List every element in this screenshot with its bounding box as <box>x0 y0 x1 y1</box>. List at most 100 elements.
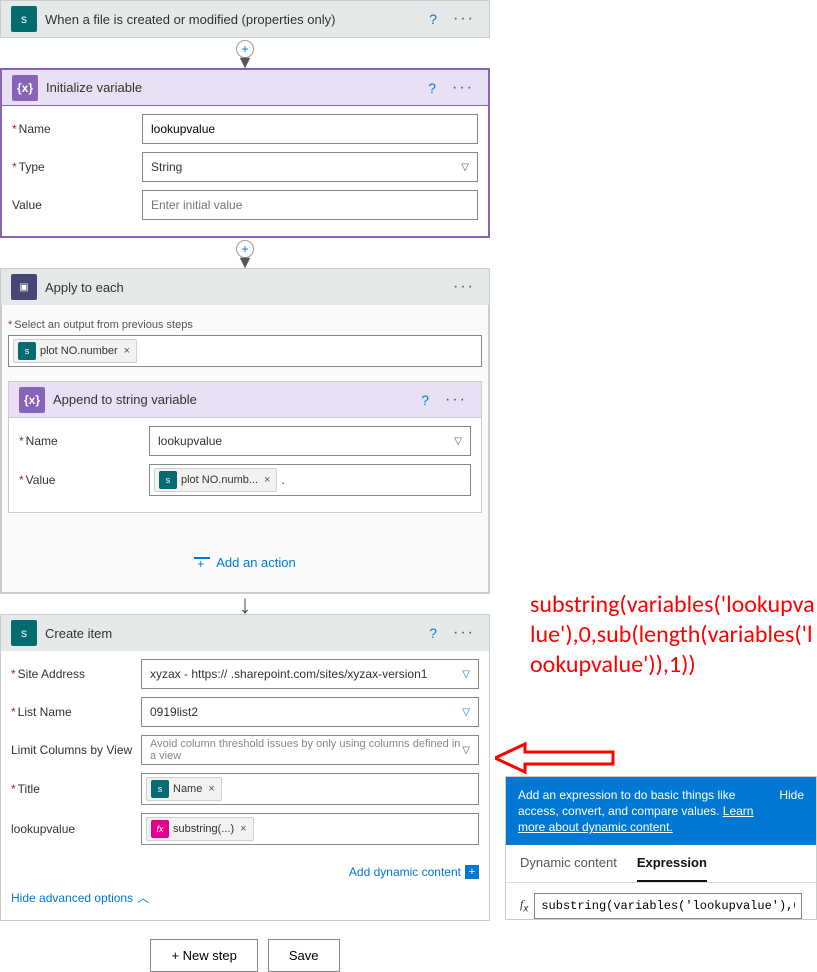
expression-token[interactable]: fx substring(...) × <box>146 817 254 841</box>
remove-token-icon[interactable]: × <box>262 474 272 486</box>
plus-icon[interactable]: + <box>465 865 479 879</box>
apply-title: Apply to each <box>45 280 441 295</box>
trigger-step[interactable]: s When a file is created or modified (pr… <box>0 0 490 38</box>
chevron-down-icon: ▽ <box>462 707 470 718</box>
init-header[interactable]: {x} Initialize variable ? ··· <box>2 70 488 106</box>
value-input[interactable] <box>142 190 478 220</box>
title-label: Title <box>11 782 141 796</box>
name-value: lookupvalue <box>158 434 222 448</box>
arrow-down-icon: ↓ <box>239 600 252 608</box>
apply-header[interactable]: ▣ Apply to each ··· <box>1 269 489 305</box>
append-title: Append to string variable <box>53 392 409 407</box>
type-select[interactable]: String ▽ <box>142 152 478 182</box>
limit-placeholder: Avoid column threshold issues by only us… <box>150 738 462 762</box>
initialize-variable-step[interactable]: {x} Initialize variable ? ··· Name Type … <box>0 68 490 238</box>
select-output-label: Select an output from previous steps <box>8 319 482 331</box>
more-icon[interactable]: ··· <box>449 278 479 296</box>
more-icon[interactable]: ··· <box>448 79 478 97</box>
connector: ↓ <box>0 600 490 608</box>
fx-icon: fx <box>520 897 528 914</box>
connector: + ▼ <box>0 40 490 66</box>
sharepoint-icon: s <box>151 780 169 798</box>
type-value: String <box>151 160 182 174</box>
remove-token-icon[interactable]: × <box>122 345 132 357</box>
chevron-down-icon: ▽ <box>461 162 469 173</box>
tab-expression[interactable]: Expression <box>637 845 707 882</box>
limit-select[interactable]: Avoid column threshold issues by only us… <box>141 735 479 765</box>
annotation-arrow <box>495 740 615 776</box>
trigger-header[interactable]: s When a file is created or modified (pr… <box>1 1 489 37</box>
output-token[interactable]: s plot NO.number × <box>13 339 137 363</box>
limit-label: Limit Columns by View <box>11 743 141 757</box>
name-label: Name <box>19 434 149 448</box>
hide-advanced-link[interactable]: Hide advanced options ︿ <box>11 889 149 906</box>
sharepoint-icon: s <box>11 620 37 646</box>
new-step-button[interactable]: + New step <box>150 939 257 972</box>
save-button[interactable]: Save <box>268 939 340 972</box>
token-text: plot NO.numb... <box>181 474 258 486</box>
value-token[interactable]: s plot NO.numb... × <box>154 468 277 492</box>
append-variable-step[interactable]: {x} Append to string variable ? ··· Name… <box>8 381 482 513</box>
help-icon[interactable]: ? <box>425 11 441 27</box>
variable-icon: {x} <box>12 75 38 101</box>
help-icon[interactable]: ? <box>425 625 441 641</box>
type-label: Type <box>12 160 142 174</box>
tab-dynamic-content[interactable]: Dynamic content <box>520 845 617 882</box>
site-value: xyzax - https:// .sharepoint.com/sites/x… <box>150 667 427 681</box>
value-label: Value <box>19 473 149 487</box>
adv-link-text: Hide advanced options <box>11 891 133 905</box>
name-select[interactable]: lookupvalue ▽ <box>149 426 471 456</box>
loop-icon: ▣ <box>11 274 37 300</box>
name-input[interactable] <box>142 114 478 144</box>
chevron-down-icon: ▽ <box>454 436 462 447</box>
fx-icon: fx <box>151 820 169 838</box>
dc-hide-button[interactable]: Hide <box>779 787 804 835</box>
chevron-down-icon: ▽ <box>462 669 470 680</box>
help-icon[interactable]: ? <box>417 392 433 408</box>
add-dynamic-content-link[interactable]: Add dynamic content <box>349 865 461 879</box>
value-field[interactable]: s plot NO.numb... × . <box>149 464 471 496</box>
add-action-icon <box>194 557 210 569</box>
create-item-step[interactable]: s Create item ? ··· Site Address xyzax -… <box>0 614 490 921</box>
dynamic-content-panel: Add an expression to do basic things lik… <box>505 776 817 920</box>
create-title: Create item <box>45 626 417 641</box>
site-select[interactable]: xyzax - https:// .sharepoint.com/sites/x… <box>141 659 479 689</box>
chevron-down-icon: ▽ <box>462 745 470 756</box>
arrow-down-icon: ▼ <box>236 58 254 66</box>
more-icon[interactable]: ··· <box>441 391 471 409</box>
arrow-down-icon: ▼ <box>236 258 254 266</box>
more-icon[interactable]: ··· <box>449 10 479 28</box>
create-header[interactable]: s Create item ? ··· <box>1 615 489 651</box>
select-output-field[interactable]: s plot NO.number × <box>8 335 482 367</box>
token-text: Name <box>173 783 202 795</box>
list-value: 0919list2 <box>150 705 198 719</box>
init-title: Initialize variable <box>46 80 416 95</box>
token-text: substring(...) <box>173 823 234 835</box>
lookup-field[interactable]: fx substring(...) × <box>141 813 479 845</box>
expression-input[interactable] <box>534 893 802 919</box>
remove-token-icon[interactable]: × <box>238 823 248 835</box>
help-icon[interactable]: ? <box>424 80 440 96</box>
trailing-text: . <box>281 473 284 487</box>
append-header[interactable]: {x} Append to string variable ? ··· <box>9 382 481 418</box>
value-label: Value <box>12 198 142 212</box>
variable-icon: {x} <box>19 387 45 413</box>
add-action-label: Add an action <box>216 555 296 570</box>
remove-token-icon[interactable]: × <box>206 783 216 795</box>
site-label: Site Address <box>11 667 141 681</box>
apply-to-each-step[interactable]: ▣ Apply to each ··· Select an output fro… <box>0 268 490 594</box>
token-text: plot NO.number <box>40 345 118 357</box>
title-field[interactable]: s Name × <box>141 773 479 805</box>
name-label: Name <box>12 122 142 136</box>
sharepoint-icon: s <box>159 471 177 489</box>
more-icon[interactable]: ··· <box>449 624 479 642</box>
trigger-title: When a file is created or modified (prop… <box>45 12 417 27</box>
dc-message: Add an expression to do basic things lik… <box>518 788 735 818</box>
lookup-label: lookupvalue <box>11 822 141 836</box>
add-action-button[interactable]: Add an action <box>8 543 482 582</box>
connector: + ▼ <box>0 240 490 266</box>
chevron-up-icon: ︿ <box>137 889 149 906</box>
list-select[interactable]: 0919list2 ▽ <box>141 697 479 727</box>
title-token[interactable]: s Name × <box>146 777 222 801</box>
sharepoint-icon: s <box>11 6 37 32</box>
